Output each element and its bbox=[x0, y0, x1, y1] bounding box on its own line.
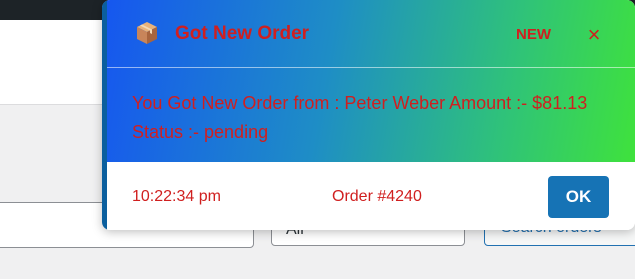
ok-button[interactable]: OK bbox=[548, 176, 609, 218]
new-badge: NEW bbox=[516, 26, 551, 43]
close-icon[interactable]: × bbox=[584, 23, 604, 47]
new-order-notification: Got New Order NEW × You Got New Order fr… bbox=[102, 0, 635, 230]
notification-title: Got New Order bbox=[175, 23, 310, 44]
notification-header: Got New Order NEW × You Got New Order fr… bbox=[102, 0, 635, 162]
notification-footer: 10:22:34 pm Order #4240 OK bbox=[102, 162, 635, 230]
package-box-icon bbox=[136, 21, 158, 45]
order-time: 10:22:34 pm bbox=[132, 188, 221, 205]
notification-title-row: Got New Order NEW × bbox=[102, 0, 635, 68]
notification-accent-bar bbox=[102, 0, 107, 230]
notification-message: You Got New Order from : Peter Weber Amo… bbox=[132, 93, 588, 142]
order-number: Order #4240 bbox=[332, 188, 422, 205]
